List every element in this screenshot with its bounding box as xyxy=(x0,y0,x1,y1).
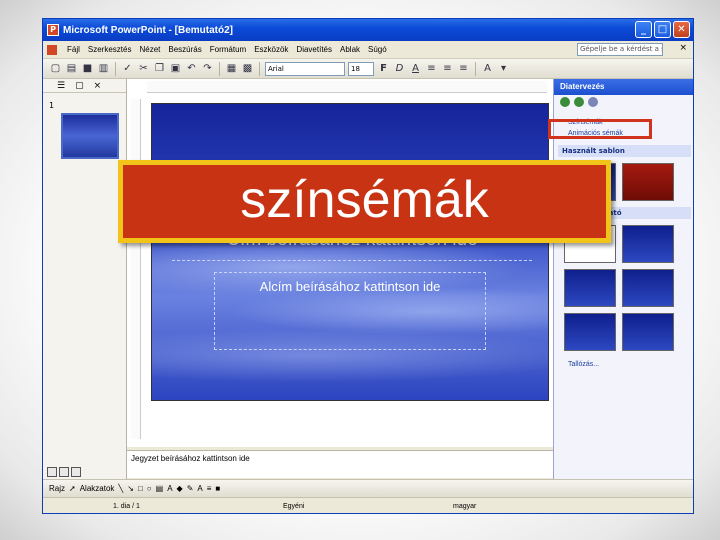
slides-panel: ☰ ▢ × 1 xyxy=(43,79,127,479)
open-icon[interactable]: ▤ xyxy=(65,62,78,75)
menu-slideshow[interactable]: Diavetítés xyxy=(292,45,336,54)
status-slide: 1. dia / 1 xyxy=(113,503,140,510)
close-button[interactable]: ✕ xyxy=(673,21,690,38)
underline-button[interactable]: A xyxy=(409,62,422,75)
home-icon[interactable] xyxy=(588,97,598,107)
cut-icon[interactable]: ✂ xyxy=(137,62,150,75)
powerpoint-window: P Microsoft PowerPoint - [Bemutató2] _ □… xyxy=(42,18,694,514)
line-color-icon[interactable]: ✎ xyxy=(187,484,194,493)
spelling-icon[interactable]: ✓ xyxy=(121,62,134,75)
wordart-icon[interactable]: A xyxy=(167,484,172,493)
save-icon[interactable]: ■ xyxy=(81,62,94,75)
status-bar: 1. dia / 1 Egyéni magyar xyxy=(43,497,693,513)
print-icon[interactable]: ▥ xyxy=(97,62,110,75)
menu-window[interactable]: Ablak xyxy=(336,45,364,54)
toolbar-separator xyxy=(475,61,476,76)
font-color-icon[interactable]: A xyxy=(481,62,494,75)
forward-icon[interactable] xyxy=(574,97,584,107)
menu-bar: Fájl Szerkesztés Nézet Beszúrás Formátum… xyxy=(43,41,693,59)
view-buttons xyxy=(43,465,127,479)
undo-icon[interactable]: ↶ xyxy=(185,62,198,75)
fill-color-icon[interactable]: ◆ xyxy=(177,484,183,493)
menu-insert[interactable]: Beszúrás xyxy=(164,45,205,54)
normal-view-button[interactable] xyxy=(47,467,57,477)
table-icon[interactable]: ▩ xyxy=(241,62,254,75)
menu-file[interactable]: Fájl xyxy=(63,45,84,54)
font-size-select[interactable]: 18 xyxy=(348,61,374,76)
template-thumbnail[interactable] xyxy=(622,163,674,201)
window-title: Microsoft PowerPoint - [Bemutató2] xyxy=(63,24,234,36)
document-icon xyxy=(47,44,57,55)
toolbar-separator xyxy=(115,61,116,76)
draw-menu-button[interactable]: Rajz xyxy=(49,484,65,493)
help-search-input[interactable]: Gépelje be a kérdést a súgóhoz xyxy=(577,43,663,56)
new-icon[interactable]: ▢ xyxy=(49,62,62,75)
browse-link[interactable]: Tallózás... xyxy=(554,359,693,370)
vertical-ruler xyxy=(131,99,141,439)
used-templates-header: Használt sablon xyxy=(558,145,691,157)
paste-icon[interactable]: ▣ xyxy=(169,62,182,75)
sorter-view-button[interactable] xyxy=(59,467,69,477)
template-thumbnail[interactable] xyxy=(622,313,674,351)
arrow-icon[interactable]: ↘ xyxy=(127,484,134,493)
redo-icon[interactable]: ↷ xyxy=(201,62,214,75)
toolbar-separator xyxy=(259,61,260,76)
minimize-button[interactable]: _ xyxy=(635,21,652,38)
align-left-icon[interactable]: ≡ xyxy=(425,62,438,75)
slideshow-view-button[interactable] xyxy=(71,467,81,477)
slides-tab-icon[interactable]: ▢ xyxy=(75,81,84,91)
slide-number: 1 xyxy=(49,101,55,110)
menu-tools[interactable]: Eszközök xyxy=(250,45,292,54)
italic-button[interactable]: D xyxy=(393,62,406,75)
menu-view[interactable]: Nézet xyxy=(135,45,164,54)
template-thumbnail[interactable] xyxy=(622,225,674,263)
standard-toolbar: ▢ ▤ ■ ▥ ✓ ✂ ❐ ▣ ↶ ↷ ▦ ▩ Arial 18 F D A ≡… xyxy=(43,59,693,79)
color-schemes-highlight xyxy=(548,119,652,139)
line-icon[interactable]: ╲ xyxy=(118,484,123,493)
line-style-icon[interactable]: ≡ xyxy=(207,484,212,493)
drawing-toolbar: Rajz ➚ Alakzatok ╲ ↘ □ ○ ▤ A ◆ ✎ A ≡ ■ xyxy=(43,479,693,497)
design-icon[interactable]: ▾ xyxy=(497,62,510,75)
slide-design-task-pane: Diatervezés Színsémák Animációs sémák Ha… xyxy=(553,79,693,479)
panel-tabs: ☰ ▢ × xyxy=(43,79,126,93)
slide-editing-area: Cím beírásához kattintson ide Alcím beír… xyxy=(127,79,553,447)
copy-icon[interactable]: ❐ xyxy=(153,62,166,75)
subtitle-placeholder[interactable]: Alcím beírásához kattintson ide xyxy=(214,272,486,350)
template-thumbnail[interactable] xyxy=(564,313,616,351)
align-center-icon[interactable]: ≡ xyxy=(441,62,454,75)
toolbar-separator xyxy=(219,61,220,76)
outline-tab-icon[interactable]: ☰ xyxy=(57,81,65,91)
slide-canvas[interactable]: Cím beírásához kattintson ide Alcím beír… xyxy=(151,103,549,401)
rectangle-icon[interactable]: □ xyxy=(138,484,143,493)
align-right-icon[interactable]: ≡ xyxy=(457,62,470,75)
oval-icon[interactable]: ○ xyxy=(147,484,152,493)
textbox-icon[interactable]: ▤ xyxy=(156,484,164,493)
maximize-button[interactable]: □ xyxy=(654,21,671,38)
slide-thumbnail[interactable] xyxy=(61,113,119,159)
template-thumbnail[interactable] xyxy=(564,269,616,307)
overlay-caption: színsémák xyxy=(118,160,611,243)
template-thumbnail[interactable] xyxy=(622,269,674,307)
powerpoint-icon: P xyxy=(47,24,59,36)
shadow-icon[interactable]: ■ xyxy=(215,484,220,493)
status-language: magyar xyxy=(453,503,477,510)
font-name-select[interactable]: Arial xyxy=(265,61,345,76)
back-icon[interactable] xyxy=(560,97,570,107)
menu-edit[interactable]: Szerkesztés xyxy=(84,45,136,54)
task-pane-title: Diatervezés xyxy=(554,79,693,95)
task-pane-nav xyxy=(554,95,693,109)
status-design: Egyéni xyxy=(283,503,305,510)
bold-button[interactable]: F xyxy=(377,62,390,75)
horizontal-ruler xyxy=(147,81,547,93)
document-close-button[interactable]: × xyxy=(679,43,687,53)
notes-pane[interactable]: Jegyzet beírásához kattintson ide xyxy=(127,450,553,478)
font-color-icon[interactable]: A xyxy=(197,484,202,493)
autoshapes-menu-button[interactable]: Alakzatok xyxy=(80,484,115,493)
menu-format[interactable]: Formátum xyxy=(206,45,250,54)
chart-icon[interactable]: ▦ xyxy=(225,62,238,75)
title-bar: P Microsoft PowerPoint - [Bemutató2] _ □… xyxy=(43,19,693,41)
select-pointer-icon[interactable]: ➚ xyxy=(69,484,76,493)
panel-close-icon[interactable]: × xyxy=(94,81,102,91)
menu-help[interactable]: Súgó xyxy=(364,45,391,54)
